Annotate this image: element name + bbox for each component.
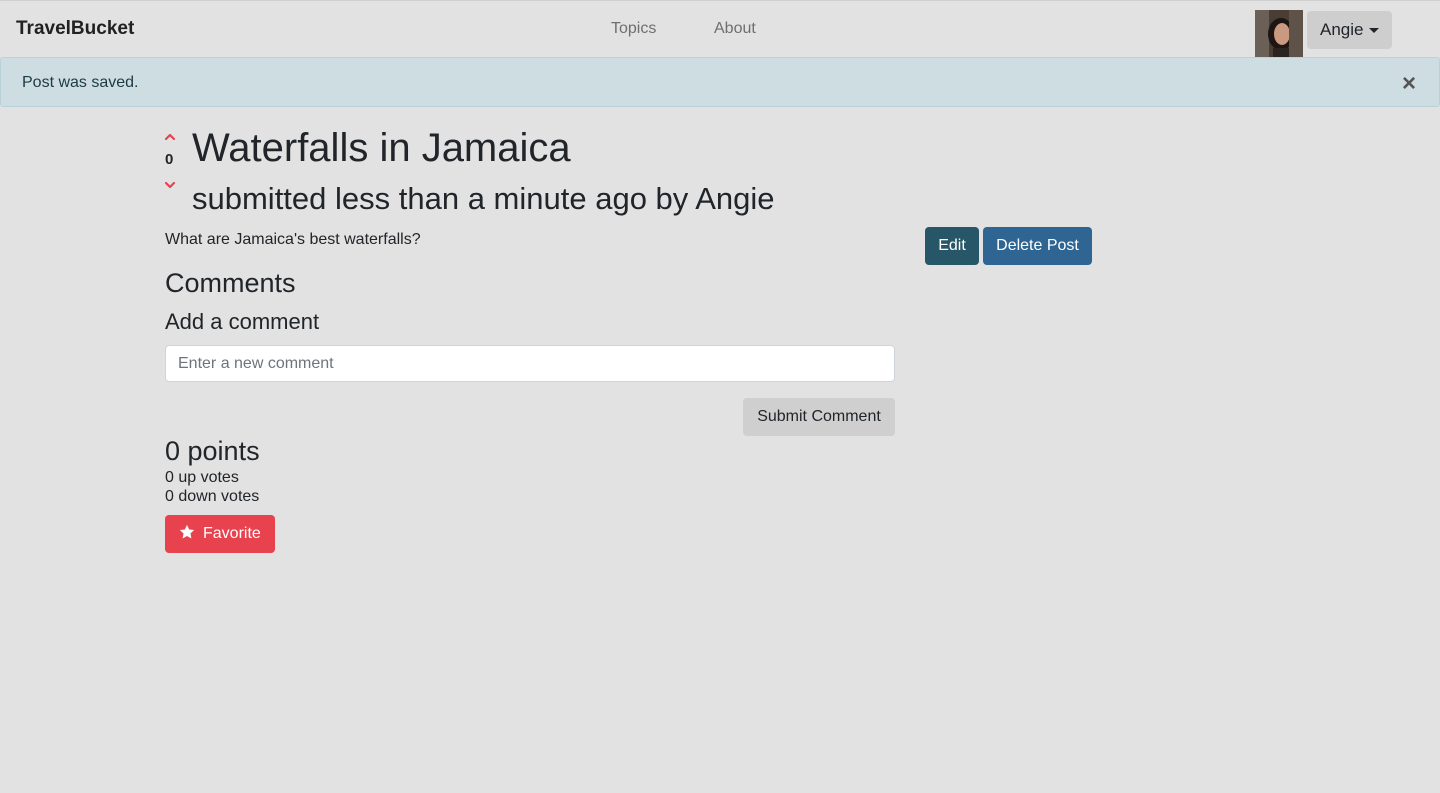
avatar-image <box>1255 10 1303 58</box>
user-name: Angie <box>1320 20 1364 39</box>
vote-count: 0 <box>165 151 174 168</box>
close-icon[interactable]: × <box>1402 72 1416 96</box>
alert-message: Post was saved. <box>22 74 139 91</box>
down-votes-count: 0 down votes <box>165 488 260 505</box>
user-dropdown-button[interactable]: Angie <box>1307 11 1392 49</box>
favorite-button[interactable]: Favorite <box>165 515 275 553</box>
submit-comment-button[interactable]: Submit Comment <box>743 398 895 436</box>
upvote-icon[interactable] <box>163 129 177 141</box>
downvote-icon[interactable] <box>163 177 177 189</box>
post-meta: submitted less than a minute ago by Angi… <box>192 181 775 216</box>
add-comment-heading: Add a comment <box>165 309 320 334</box>
star-icon <box>179 525 195 539</box>
navbar: TravelBucket Topics About Angie <box>0 0 1440 58</box>
nav-link-topics[interactable]: Topics <box>611 20 656 38</box>
nav-link-about[interactable]: About <box>714 20 756 38</box>
comments-heading: Comments <box>165 268 296 298</box>
favorite-label: Favorite <box>203 525 261 542</box>
avatar[interactable] <box>1255 10 1303 58</box>
post-title: Waterfalls in Jamaica <box>192 126 571 170</box>
brand-link[interactable]: TravelBucket <box>16 18 134 40</box>
post-body: What are Jamaica's best waterfalls? <box>165 231 421 248</box>
caret-down-icon <box>1369 28 1379 33</box>
alert-success: Post was saved. × <box>0 57 1440 107</box>
points-total: 0 points <box>165 436 260 466</box>
delete-post-button[interactable]: Delete Post <box>983 227 1092 265</box>
comment-input[interactable] <box>165 345 895 382</box>
up-votes-count: 0 up votes <box>165 469 239 486</box>
edit-button[interactable]: Edit <box>925 227 979 265</box>
